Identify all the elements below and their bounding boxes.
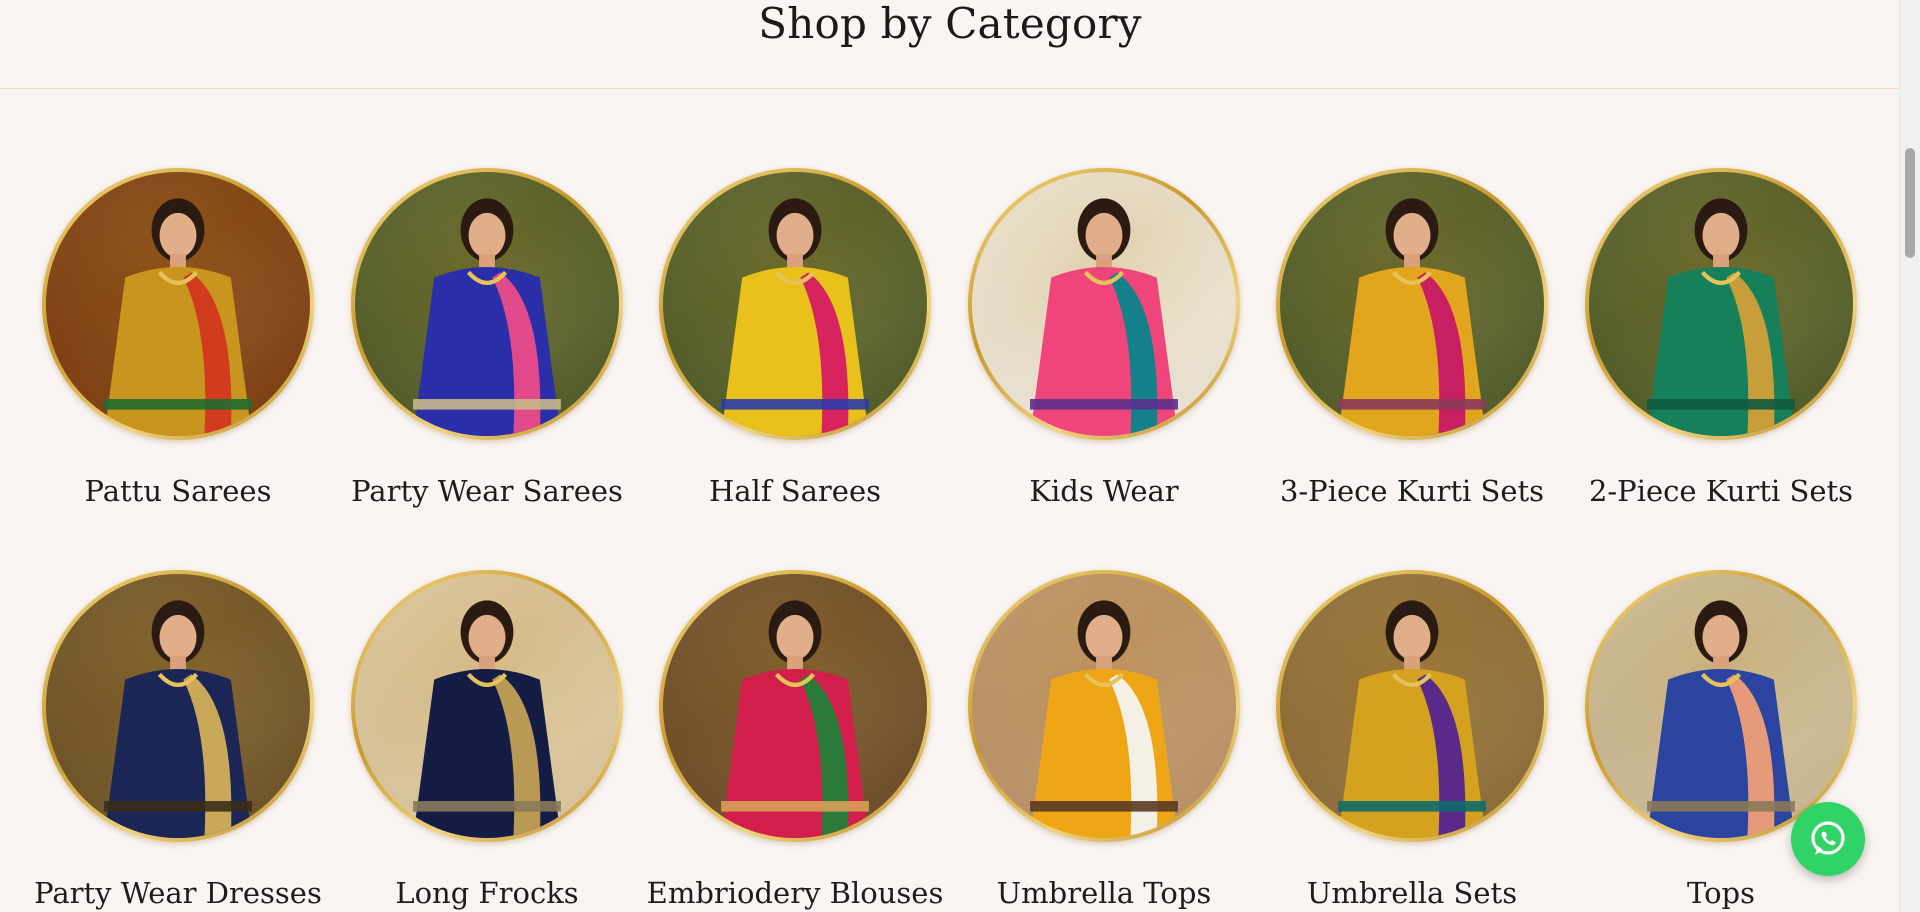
category-card[interactable]: Umbrella Sets [1262,570,1562,910]
category-label[interactable]: Embriodery Blouses [645,876,945,910]
kids-wear-photo [972,172,1236,436]
category-label[interactable]: Party Wear Sarees [337,474,637,508]
category-label[interactable]: Party Wear Dresses [28,876,328,910]
scrollbar[interactable] [1899,0,1920,912]
three-piece-kurti-photo [1280,172,1544,436]
tops-photo [1589,574,1853,838]
pattu-saree-photo [46,172,310,436]
category-label[interactable]: Kids Wear [954,474,1254,508]
category-card[interactable]: Party Wear Dresses [28,570,328,910]
category-card[interactable]: 2-Piece Kurti Sets [1571,168,1871,508]
category-image-frame[interactable] [659,570,931,842]
category-label[interactable]: Umbrella Sets [1262,876,1562,910]
category-label[interactable]: 3-Piece Kurti Sets [1262,474,1562,508]
category-image-frame[interactable] [351,168,623,440]
party-wear-dress-photo [46,574,310,838]
category-label[interactable]: 2-Piece Kurti Sets [1571,474,1871,508]
category-image-frame[interactable] [351,570,623,842]
category-card[interactable]: Kids Wear [954,168,1254,508]
category-card[interactable]: Embriodery Blouses [645,570,945,910]
category-card[interactable]: Half Sarees [645,168,945,508]
party-wear-saree-photo [355,172,619,436]
two-piece-kurti-photo [1589,172,1853,436]
scrollbar-thumb[interactable] [1905,148,1915,258]
half-saree-photo [663,172,927,436]
category-image-frame[interactable] [1585,570,1857,842]
category-card[interactable]: Party Wear Sarees [337,168,637,508]
category-card[interactable]: Long Frocks [337,570,637,910]
category-image-frame[interactable] [1276,168,1548,440]
category-image-frame[interactable] [1585,168,1857,440]
category-card[interactable]: Umbrella Tops [954,570,1254,910]
category-label[interactable]: Half Sarees [645,474,945,508]
whatsapp-chat-button[interactable] [1791,802,1865,876]
category-label[interactable]: Pattu Sarees [28,474,328,508]
category-label[interactable]: Long Frocks [337,876,637,910]
embroidery-blouse-photo [663,574,927,838]
category-image-frame[interactable] [968,570,1240,842]
category-grid: Pattu Sarees Party Wear Sarees Half Sarees… [0,0,1900,912]
category-card[interactable]: 3-Piece Kurti Sets [1262,168,1562,508]
whatsapp-icon [1811,821,1845,855]
category-label[interactable]: Umbrella Tops [954,876,1254,910]
long-frock-photo [355,574,619,838]
category-label[interactable]: Tops [1571,876,1871,910]
category-card[interactable]: Pattu Sarees [28,168,328,508]
umbrella-top-photo [972,574,1236,838]
umbrella-set-photo [1280,574,1544,838]
category-image-frame[interactable] [1276,570,1548,842]
page: Shop by Category Pattu Sarees Party Wear … [0,0,1920,912]
category-image-frame[interactable] [42,570,314,842]
category-image-frame[interactable] [42,168,314,440]
category-image-frame[interactable] [968,168,1240,440]
category-image-frame[interactable] [659,168,931,440]
